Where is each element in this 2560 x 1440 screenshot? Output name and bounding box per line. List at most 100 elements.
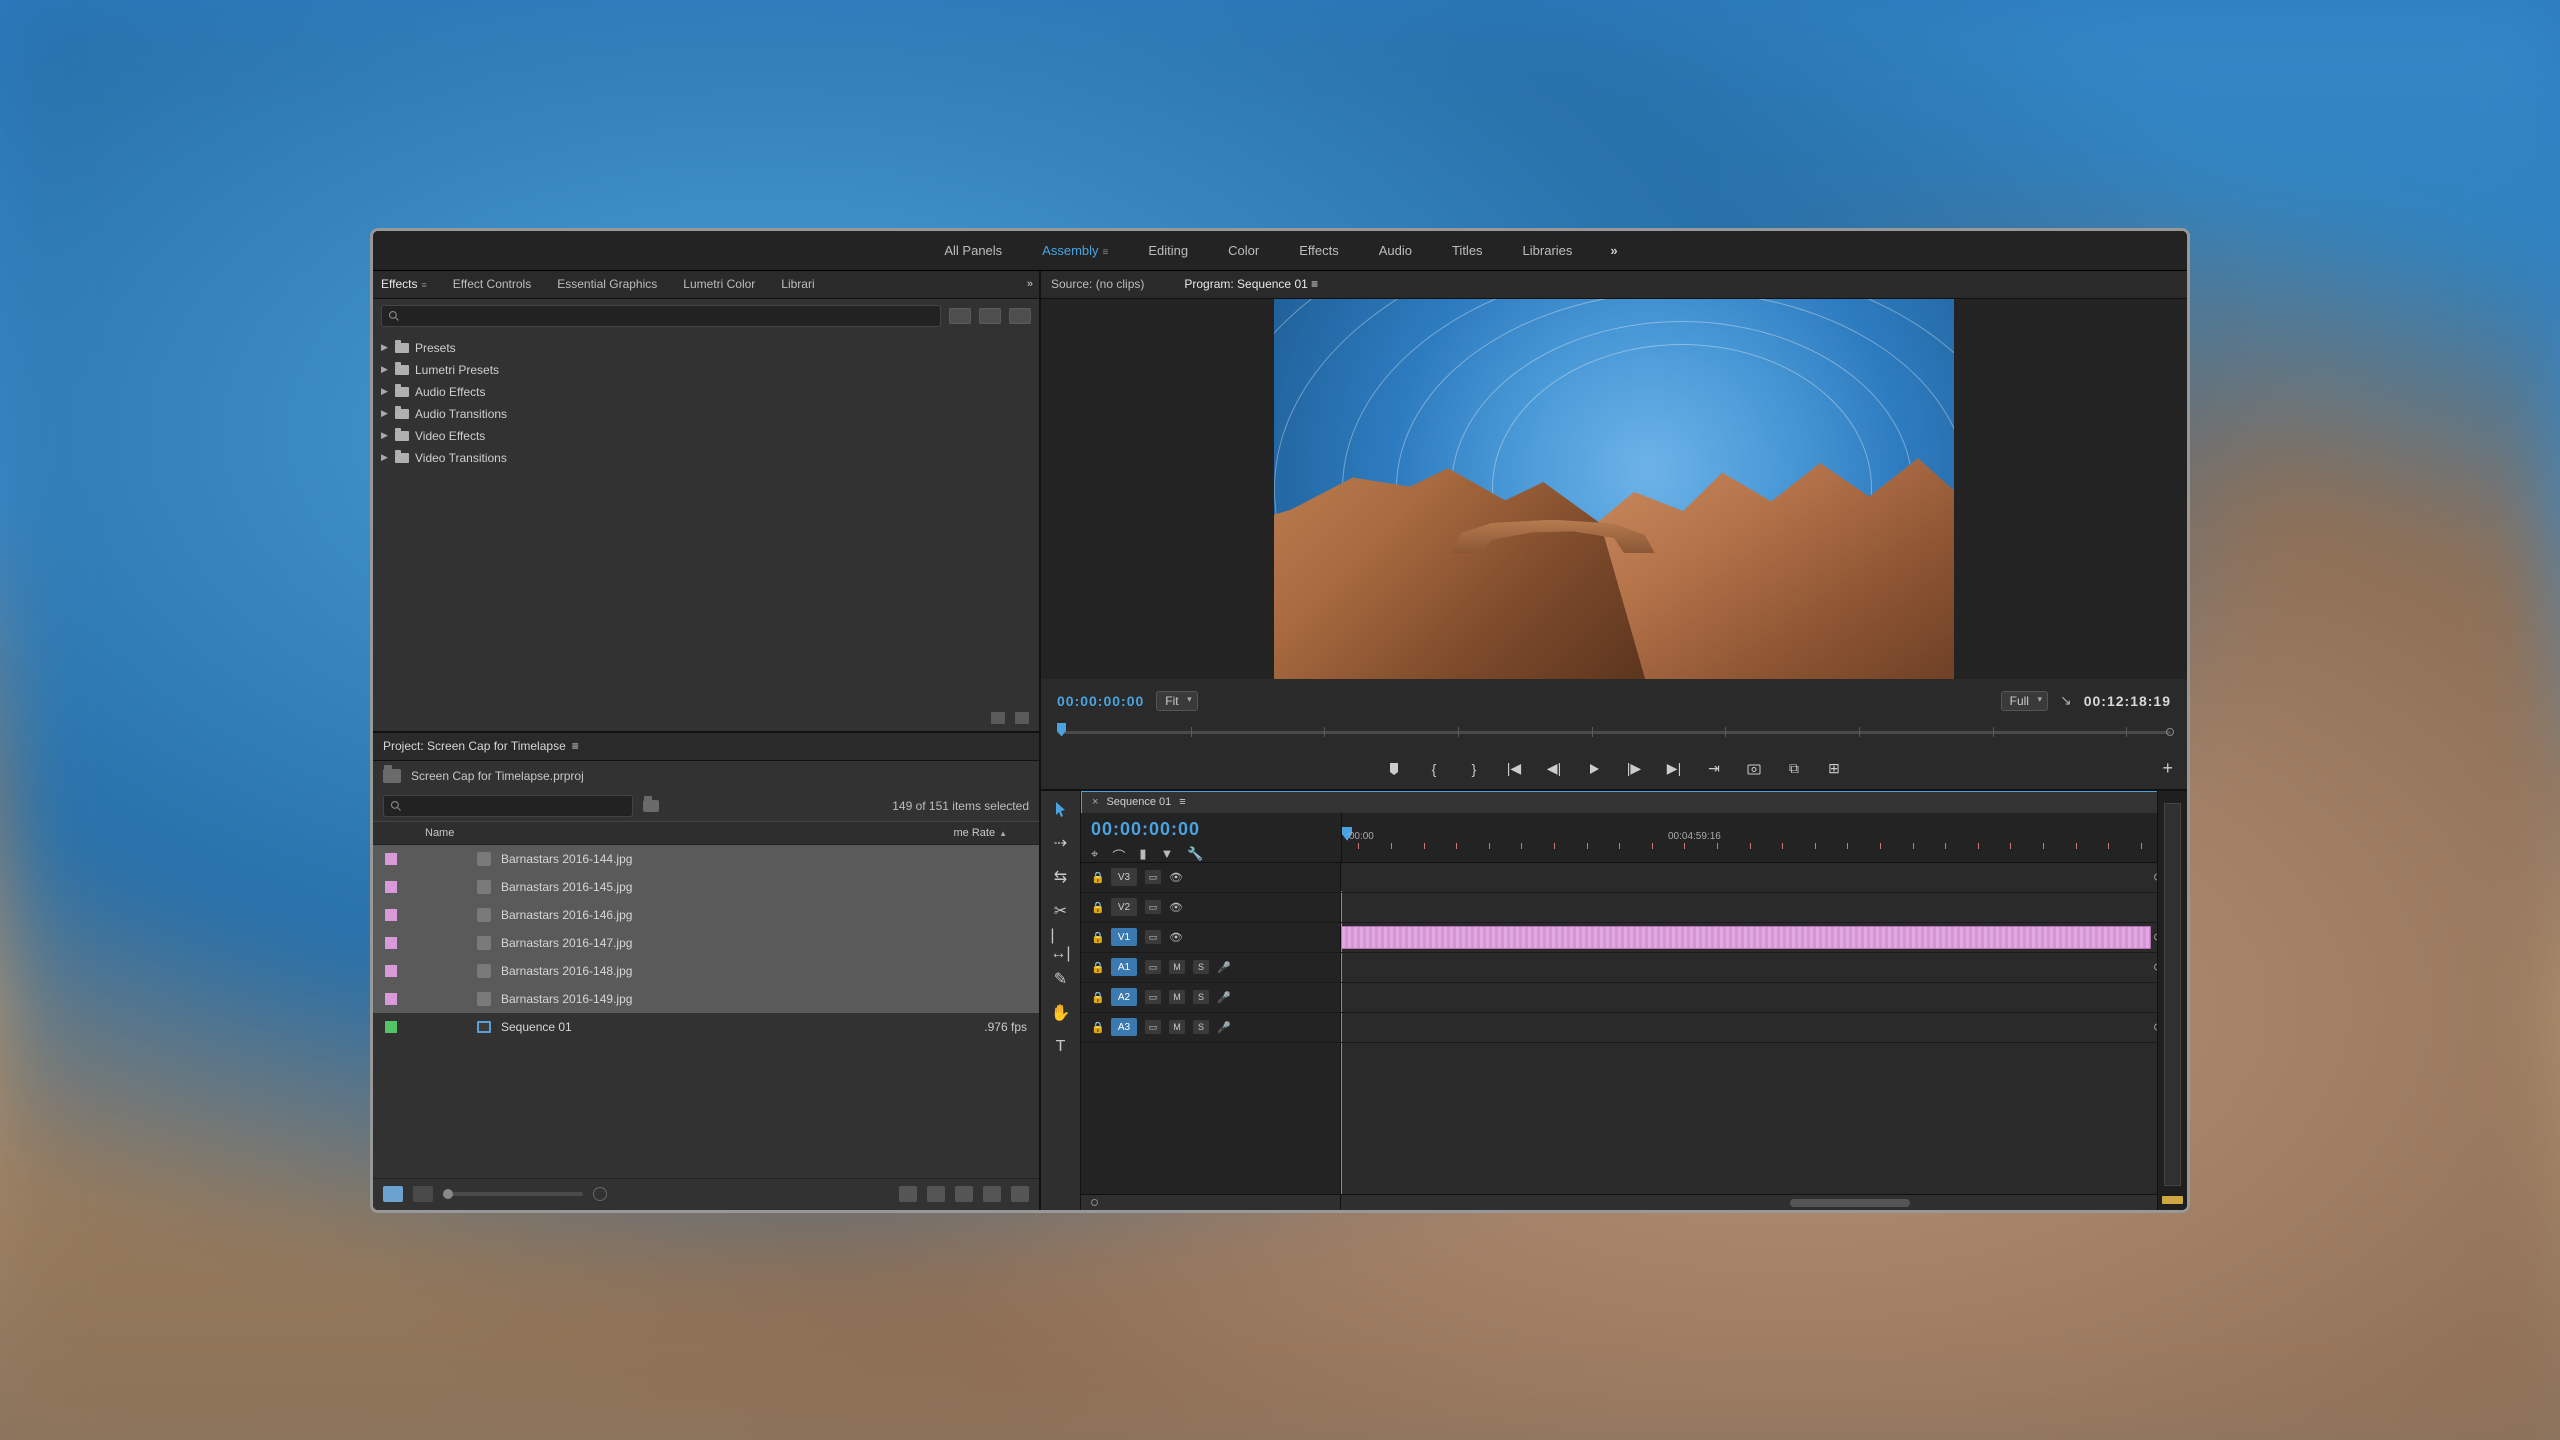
sync-lock-icon[interactable]: ▭ [1145, 930, 1161, 944]
lock-icon[interactable]: 🔒 [1091, 991, 1103, 1004]
effects-folder-video-effects[interactable]: ▶Video Effects [381, 425, 1031, 447]
panel-menu-icon[interactable]: ≡ [1179, 796, 1185, 808]
effects-filter-yuv-icon[interactable] [1009, 308, 1031, 324]
add-marker-button[interactable] [1385, 760, 1403, 778]
tab-effect-controls[interactable]: Effect Controls [451, 273, 533, 295]
project-list-header[interactable]: Name me Rate▲ [373, 821, 1039, 845]
mark-in-button[interactable]: { [1425, 760, 1443, 778]
workspace-editing[interactable]: Editing [1146, 239, 1190, 262]
lock-icon[interactable]: 🔒 [1091, 871, 1103, 884]
tab-lumetri-color[interactable]: Lumetri Color [681, 273, 757, 295]
program-current-timecode[interactable]: 00:00:00:00 [1057, 693, 1144, 709]
timeline-clip[interactable] [1341, 926, 2151, 949]
track-header-v1[interactable]: 🔒V1▭👁 [1081, 923, 1340, 953]
step-back-button[interactable]: ◀| [1545, 760, 1563, 778]
scrub-end-handle[interactable] [2166, 728, 2174, 736]
lock-icon[interactable]: 🔒 [1091, 931, 1103, 944]
tab-essential-graphics[interactable]: Essential Graphics [555, 273, 659, 295]
solo-button[interactable]: S [1193, 1020, 1209, 1034]
safe-margins-button[interactable]: ⊞ [1825, 760, 1843, 778]
column-frame-rate[interactable]: me Rate▲ [927, 827, 1027, 839]
razor-tool[interactable]: ✂ [1051, 901, 1071, 921]
sync-lock-icon[interactable]: ▭ [1145, 1020, 1161, 1034]
workspace-color[interactable]: Color [1226, 239, 1261, 262]
effects-filter-32bit-icon[interactable] [979, 308, 1001, 324]
program-monitor-canvas[interactable] [1041, 299, 2187, 679]
go-to-out-button[interactable]: ▶| [1665, 760, 1683, 778]
effects-folder-video-transitions[interactable]: ▶Video Transitions [381, 447, 1031, 469]
effects-folder-audio-effects[interactable]: ▶Audio Effects [381, 381, 1031, 403]
mute-button[interactable]: M [1169, 960, 1185, 974]
effects-search-input[interactable] [381, 305, 941, 327]
workspace-assembly[interactable]: Assembly≡ [1040, 239, 1110, 262]
track-area[interactable]: ▶| [1341, 863, 2157, 1194]
effects-folder-audio-transitions[interactable]: ▶Audio Transitions [381, 403, 1031, 425]
track-header-v2[interactable]: 🔒V2▭👁 [1081, 893, 1340, 923]
voice-over-icon[interactable]: 🎤 [1217, 1021, 1231, 1034]
mute-button[interactable]: M [1169, 990, 1185, 1004]
step-forward-button[interactable]: |▶ [1625, 760, 1643, 778]
sync-lock-icon[interactable]: ▭ [1145, 870, 1161, 884]
workspace-all-panels[interactable]: All Panels [942, 239, 1004, 262]
quality-dropdown[interactable]: Full [2001, 691, 2048, 711]
new-bin-button[interactable] [955, 1186, 973, 1202]
new-item-button[interactable] [983, 1186, 1001, 1202]
type-tool[interactable]: T [1051, 1037, 1071, 1057]
mute-button[interactable]: M [1169, 1020, 1185, 1034]
new-bin-icon[interactable] [643, 800, 659, 812]
effects-filter-accelerated-icon[interactable] [949, 308, 971, 324]
eye-icon[interactable]: 👁 [1169, 901, 1183, 914]
icon-view-button[interactable] [413, 1186, 433, 1202]
menu-icon[interactable]: ≡ [1103, 247, 1109, 258]
project-item-sequence[interactable]: Sequence 01.976 fps [373, 1013, 1039, 1041]
project-item[interactable]: Barnastars 2016-148.jpg [373, 957, 1039, 985]
tab-source-monitor[interactable]: Source: (no clips) [1051, 277, 1144, 291]
track-header-a2[interactable]: 🔒A2▭MS🎤 [1081, 983, 1340, 1013]
tab-libraries[interactable]: Librari [779, 273, 816, 295]
panel-menu-icon[interactable]: ≡ [1308, 277, 1318, 291]
track-header-a1[interactable]: 🔒A1▭MS🎤 [1081, 953, 1340, 983]
voice-over-icon[interactable]: 🎤 [1217, 991, 1231, 1004]
timeline-current-timecode[interactable]: 00:00:00:00 [1091, 819, 1331, 840]
tabs-overflow-icon[interactable]: » [1027, 278, 1033, 290]
slip-tool[interactable]: |↔| [1051, 935, 1071, 955]
list-view-button[interactable] [383, 1186, 403, 1202]
project-item[interactable]: Barnastars 2016-149.jpg [373, 985, 1039, 1013]
playhead-icon[interactable] [1057, 723, 1066, 737]
program-scrubber[interactable] [1057, 723, 2171, 743]
workspace-audio[interactable]: Audio [1377, 239, 1414, 262]
zoom-handle-left[interactable] [1091, 1199, 1098, 1206]
timeline-horizontal-scrollbar[interactable] [1081, 1194, 2157, 1210]
thumbnail-zoom-slider[interactable] [443, 1192, 583, 1196]
eye-icon[interactable]: 👁 [1169, 871, 1183, 884]
lock-icon[interactable]: 🔒 [1091, 901, 1103, 914]
sync-lock-icon[interactable]: ▭ [1145, 960, 1161, 974]
effects-folder-presets[interactable]: ▶Presets [381, 337, 1031, 359]
lock-icon[interactable]: 🔒 [1091, 961, 1103, 974]
export-frame-button[interactable] [1745, 760, 1763, 778]
tab-effects[interactable]: Effects≡ [379, 273, 429, 295]
delete-icon[interactable] [1015, 712, 1029, 724]
panel-menu-icon[interactable]: ≡ [421, 280, 426, 290]
project-item[interactable]: Barnastars 2016-147.jpg [373, 929, 1039, 957]
zoom-dropdown[interactable]: Fit [1156, 691, 1197, 711]
play-button[interactable] [1585, 760, 1603, 778]
go-to-in-button[interactable]: |◀ [1505, 760, 1523, 778]
workspace-libraries[interactable]: Libraries [1521, 239, 1575, 262]
eye-icon[interactable]: 👁 [1169, 931, 1183, 944]
mark-out-button[interactable]: } [1465, 760, 1483, 778]
close-icon[interactable]: × [1092, 796, 1098, 808]
track-header-v3[interactable]: 🔒V3▭👁 [1081, 863, 1340, 893]
delete-button[interactable] [1011, 1186, 1029, 1202]
scrollbar-thumb[interactable] [1790, 1199, 1910, 1207]
bin-icon[interactable] [383, 769, 401, 783]
workspace-titles[interactable]: Titles [1450, 239, 1485, 262]
track-select-tool[interactable]: ⇢ [1051, 833, 1071, 853]
pen-tool[interactable]: ✎ [1051, 969, 1071, 989]
ripple-edit-tool[interactable]: ⇆ [1051, 867, 1071, 887]
tab-program-monitor[interactable]: Program: Sequence 01 ≡ [1184, 277, 1318, 291]
new-bin-icon[interactable] [991, 712, 1005, 724]
project-item[interactable]: Barnastars 2016-146.jpg [373, 901, 1039, 929]
find-icon[interactable] [927, 1186, 945, 1202]
comparison-view-button[interactable]: ⧉ [1785, 760, 1803, 778]
